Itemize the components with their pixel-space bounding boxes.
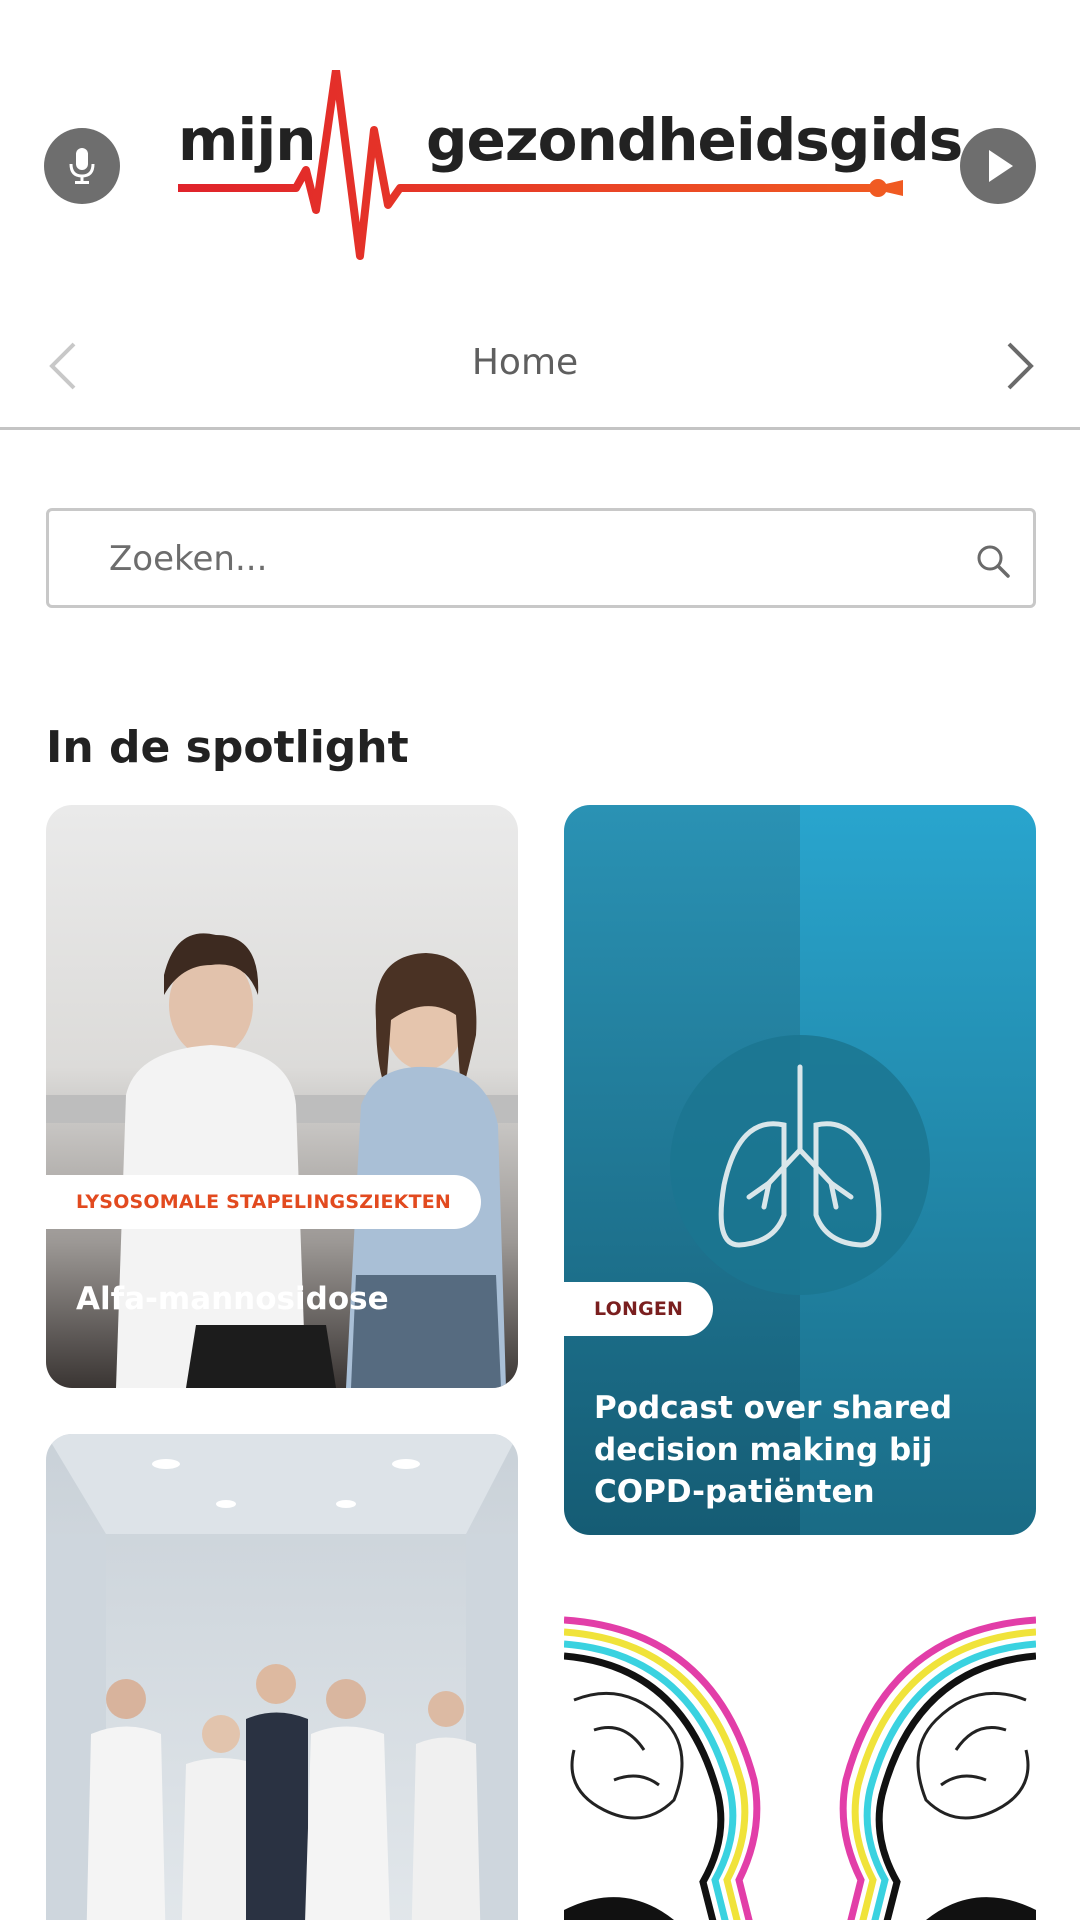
doctors-hallway-photo (46, 1434, 518, 1920)
spotlight-card-copd-podcast[interactable]: LONGEN Podcast over shared decision maki… (564, 805, 1036, 1535)
card-title: Podcast over shared decision making bij … (594, 1390, 953, 1511)
play-icon (989, 150, 1013, 182)
logo[interactable]: mijn gezondheidsgids (178, 70, 963, 260)
brain-illustration (564, 1580, 1036, 1920)
card-tag: LONGEN (564, 1282, 714, 1336)
spotlight-card-alfa-mannosidose[interactable]: LYSOSOMALE STAPELINGSZIEKTEN Alfa-mannos… (46, 805, 518, 1388)
section-title: In de spotlight (46, 722, 409, 773)
spotlight-card-brain[interactable] (564, 1580, 1036, 1920)
page-nav: Home (0, 320, 1080, 430)
microphone-icon (69, 148, 95, 184)
heartbeat-logo-icon (178, 70, 903, 260)
header: mijn gezondheidsgids (0, 0, 1080, 260)
search-icon[interactable] (973, 541, 1013, 581)
microphone-button[interactable] (44, 128, 120, 204)
search-input[interactable] (109, 533, 929, 585)
card-title: Alfa-mannosidose (76, 1281, 389, 1317)
search-box (46, 508, 1036, 608)
chevron-right-icon[interactable] (995, 338, 1045, 394)
spotlight-card-doctors[interactable] (46, 1434, 518, 1920)
card-tag: LYSOSOMALE STAPELINGSZIEKTEN (46, 1175, 482, 1229)
play-button[interactable] (960, 128, 1036, 204)
page-title: Home (471, 342, 579, 383)
